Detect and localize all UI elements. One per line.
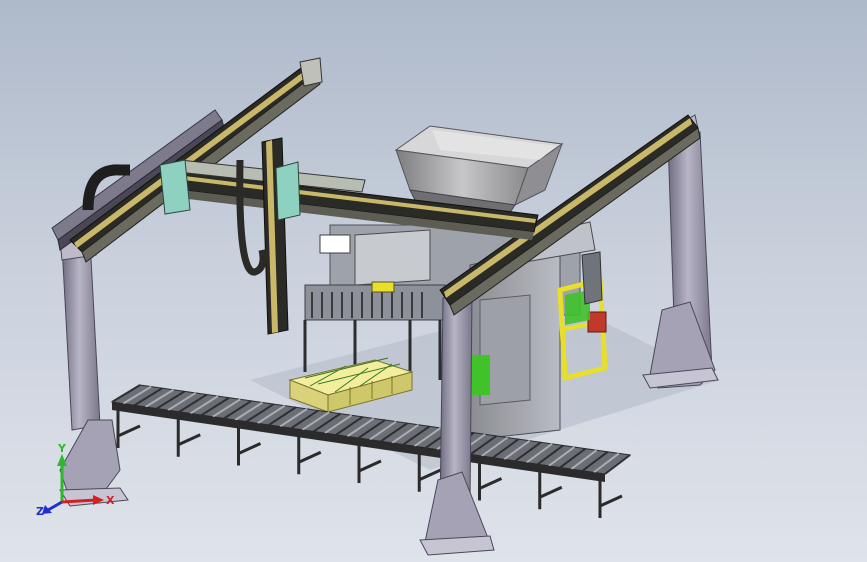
coordinate-triad: Y X Z xyxy=(36,442,115,518)
x-axis-label: X xyxy=(106,494,115,507)
z-axis-line xyxy=(47,500,63,512)
cad-viewport[interactable]: Y X Z xyxy=(0,0,867,562)
x-axis-arrow xyxy=(93,495,104,505)
y-axis-arrow xyxy=(57,454,67,466)
z-axis-label: Z xyxy=(36,505,44,518)
y-axis-label: Y xyxy=(57,442,67,455)
x-axis-line xyxy=(61,498,97,504)
